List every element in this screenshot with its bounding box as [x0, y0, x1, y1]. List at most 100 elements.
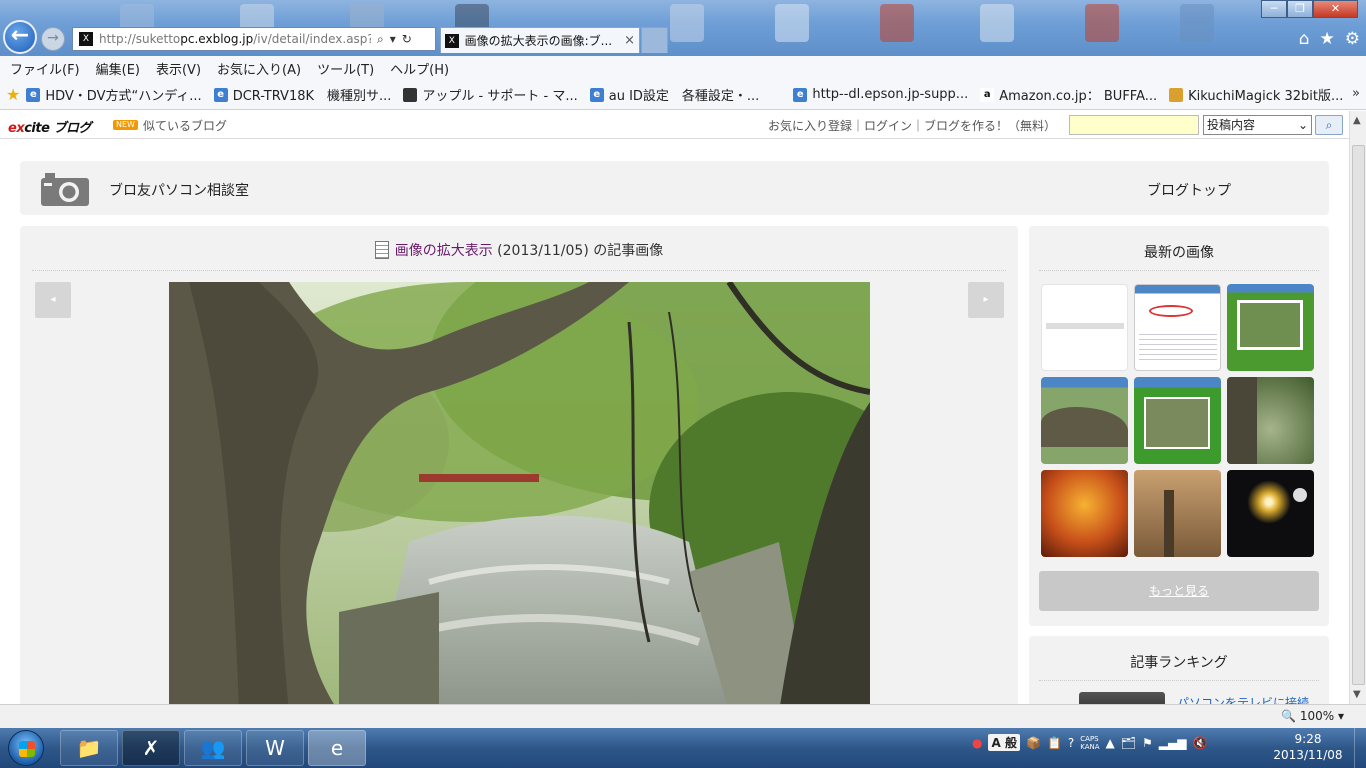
search-scope-select[interactable]: 投稿内容 ⌄ — [1203, 115, 1312, 135]
ranking-panel: 記事ランキング パソコンをテレビに接続... — [1029, 636, 1329, 704]
maximize-button[interactable]: ❐ — [1287, 0, 1313, 18]
tab-title: 画像の拡大表示の画像:ブ... — [464, 34, 613, 48]
tab-active[interactable]: X 画像の拡大表示の画像:ブ... × — [440, 27, 640, 53]
favorites-bar: ★ e HDV・DV方式“ハンディ... e DCR-TRV18K 機種別サ... … — [0, 80, 1366, 110]
ime-dictionary-icon[interactable]: 📦 — [1026, 736, 1041, 750]
address-url[interactable]: http://sukettopc.exblog.jp/iv/detail/ind… — [99, 32, 371, 46]
chevron-down-icon: ⌄ — [1297, 118, 1308, 132]
excite-header: excite ブログ NEW 似ているブログ お気に入り登録｜ログイン｜ブログを… — [0, 111, 1349, 139]
menu-help[interactable]: ヘルプ(H) — [390, 59, 449, 78]
search-input[interactable] — [1069, 115, 1199, 135]
favorites-add-icon[interactable]: ★ — [6, 85, 20, 104]
show-desktop-button[interactable] — [1354, 728, 1366, 768]
ie-page-icon: e — [793, 87, 808, 102]
thumbnail[interactable] — [1227, 284, 1314, 371]
blog-header: ブロ友パソコン相談室 ブログトップ — [20, 161, 1329, 215]
security-icon[interactable]: ● — [972, 736, 982, 750]
address-bar[interactable]: X http://sukettopc.exblog.jp/iv/detail/i… — [72, 27, 436, 51]
system-tray: ● A 般 📦 📋 ? CAPS KANA ▲ 🗂 ⚑ ▂▄▆ 🔇 — [972, 734, 1207, 751]
network-icon[interactable]: ▂▄▆ — [1159, 736, 1187, 750]
thumbnail[interactable] — [1041, 470, 1128, 557]
favorite-item[interactable]: アップル - サポート - マ... — [403, 85, 578, 104]
flag-icon[interactable]: ⚑ — [1142, 736, 1153, 750]
desktop-icon-hint — [1085, 4, 1119, 42]
next-image-button[interactable]: ▸ — [968, 282, 1004, 318]
search-button[interactable]: ⌕ — [1315, 115, 1343, 135]
tools-gear-icon[interactable]: ⚙ — [1345, 29, 1360, 49]
menu-view[interactable]: 表示(V) — [156, 59, 201, 78]
scrollbar-thumb[interactable] — [1352, 145, 1365, 685]
image-panel: 画像の拡大表示 (2013/11/05) の記事画像 ◂ ▸ — [20, 226, 1018, 704]
thumbnail[interactable] — [1041, 377, 1128, 464]
favorite-item[interactable]: e HDV・DV方式“ハンディ... — [26, 85, 202, 104]
desktop-icon-hint — [670, 4, 704, 42]
word-taskbar-icon[interactable]: W — [246, 730, 304, 766]
ranking-link[interactable]: パソコンをテレビに接続... — [1177, 694, 1320, 704]
favorites-star-icon[interactable]: ★ — [1320, 29, 1335, 49]
tray-expand-icon[interactable]: ▲ — [1106, 736, 1115, 750]
thumbnail[interactable] — [1134, 377, 1221, 464]
clock[interactable]: 9:28 2013/11/08 — [1268, 731, 1348, 763]
address-dropdown-icon[interactable]: ▾ — [390, 32, 396, 47]
thumbnail[interactable] — [1227, 470, 1314, 557]
home-icon[interactable]: ⌂ — [1299, 29, 1310, 49]
apple-icon — [403, 87, 418, 102]
menu-file[interactable]: ファイル(F) — [10, 59, 80, 78]
search-icon[interactable]: ⌕ — [377, 32, 384, 47]
similar-blogs-link[interactable]: 似ているブログ — [143, 117, 227, 134]
forward-button[interactable]: → — [41, 27, 65, 51]
ranking-thumbnail[interactable] — [1079, 692, 1165, 704]
start-button[interactable] — [8, 730, 44, 766]
divider — [1039, 680, 1319, 681]
menu-favorites[interactable]: お気に入り(A) — [217, 59, 301, 78]
explorer-taskbar-icon[interactable]: 📁 — [60, 730, 118, 766]
prev-image-button[interactable]: ◂ — [35, 282, 71, 318]
blog-title[interactable]: ブロ友パソコン相談室 — [109, 180, 249, 200]
see-more-button[interactable]: もっと見る — [1039, 571, 1319, 611]
blog-top-link[interactable]: ブログトップ — [1147, 180, 1231, 200]
desktop-icon-hint — [775, 4, 809, 42]
tab-close-icon[interactable]: × — [624, 33, 635, 48]
zoom-control[interactable]: 🔍 100% ▾ — [1281, 709, 1344, 723]
ime-mode[interactable]: A 般 — [988, 734, 1020, 751]
thumbnail[interactable] — [1227, 377, 1314, 464]
windows-taskbar: 📁 ✗ 👥 W e ● A 般 📦 📋 ? CAPS KANA ▲ 🗂 ⚑ ▂▄▆… — [0, 728, 1366, 768]
favorite-item[interactable]: e au ID設定 各種設定・... — [589, 85, 759, 104]
page-scrollbar[interactable]: ▲ ▼ — [1349, 111, 1366, 704]
tray-app-icon[interactable]: 🗂 — [1121, 736, 1136, 750]
main-photo[interactable] — [169, 282, 870, 704]
app-x-taskbar-icon[interactable]: ✗ — [122, 730, 180, 766]
close-window-button[interactable]: ✕ — [1313, 0, 1358, 18]
latest-images-panel: 最新の画像 もっと見る — [1029, 226, 1329, 626]
refresh-icon[interactable]: ↻ — [402, 32, 412, 47]
help-icon[interactable]: ? — [1068, 736, 1074, 750]
excite-logo[interactable]: excite ブログ — [8, 117, 91, 136]
network-people-taskbar-icon[interactable]: 👥 — [184, 730, 242, 766]
scroll-down-icon[interactable]: ▼ — [1353, 689, 1361, 700]
minimize-button[interactable]: ─ — [1261, 0, 1287, 18]
favorite-item[interactable]: KikuchiMagick 32bit版... — [1169, 85, 1343, 104]
tab-favicon-icon: X — [445, 33, 459, 48]
user-links[interactable]: お気に入り登録｜ログイン｜ブログを作る！（無料） — [768, 117, 1056, 134]
ie-page-icon: e — [213, 87, 228, 102]
volume-muted-icon[interactable]: 🔇 — [1192, 736, 1207, 750]
menu-tools[interactable]: ツール(T) — [317, 59, 374, 78]
thumbnail-grid — [1041, 284, 1317, 557]
new-tab-button[interactable] — [641, 27, 668, 53]
menu-edit[interactable]: 編集(E) — [96, 59, 140, 78]
back-button[interactable]: ← — [3, 20, 37, 54]
new-badge: NEW — [113, 120, 138, 130]
scroll-up-icon[interactable]: ▲ — [1353, 115, 1361, 126]
article-link[interactable]: 画像の拡大表示 — [395, 243, 493, 259]
favorites-chevron-icon[interactable]: » — [1352, 86, 1360, 101]
internet-explorer-taskbar-icon[interactable]: e — [308, 730, 366, 766]
thumbnail[interactable] — [1134, 470, 1221, 557]
favorite-item[interactable]: a Amazon.co.jp： BUFFA... — [980, 85, 1157, 104]
favorite-item[interactable]: e DCR-TRV18K 機種別サ... — [213, 85, 391, 104]
thumbnail[interactable] — [1041, 284, 1128, 371]
desktop-icon-hint — [880, 4, 914, 42]
amazon-icon: a — [980, 87, 995, 102]
favorite-item[interactable]: e http--dl.epson.jp-supp... — [793, 87, 968, 102]
thumbnail[interactable] — [1134, 284, 1221, 371]
ime-tools-icon[interactable]: 📋 — [1047, 736, 1062, 750]
